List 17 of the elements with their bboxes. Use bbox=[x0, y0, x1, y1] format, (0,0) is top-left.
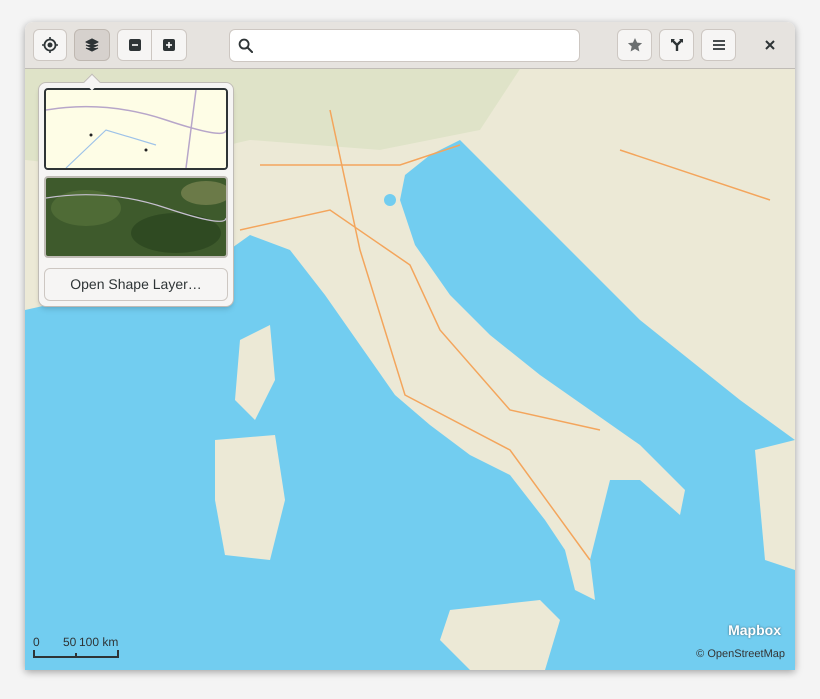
plus-icon bbox=[163, 39, 175, 51]
close-icon bbox=[765, 40, 775, 50]
layers-button[interactable] bbox=[74, 29, 110, 61]
search-field[interactable] bbox=[229, 28, 580, 62]
favorites-button[interactable] bbox=[617, 29, 652, 61]
menu-icon bbox=[712, 39, 724, 51]
minus-icon bbox=[128, 39, 140, 51]
zoom-out-button[interactable] bbox=[117, 29, 152, 61]
locate-button[interactable] bbox=[33, 29, 67, 61]
route-button[interactable] bbox=[659, 29, 694, 61]
layers-icon bbox=[85, 38, 99, 52]
fork-icon bbox=[670, 38, 684, 52]
star-icon bbox=[626, 37, 642, 53]
crosshair-icon bbox=[42, 37, 58, 53]
zoom-in-button[interactable] bbox=[152, 29, 187, 61]
menu-button[interactable] bbox=[701, 29, 736, 61]
search-icon bbox=[238, 38, 253, 52]
